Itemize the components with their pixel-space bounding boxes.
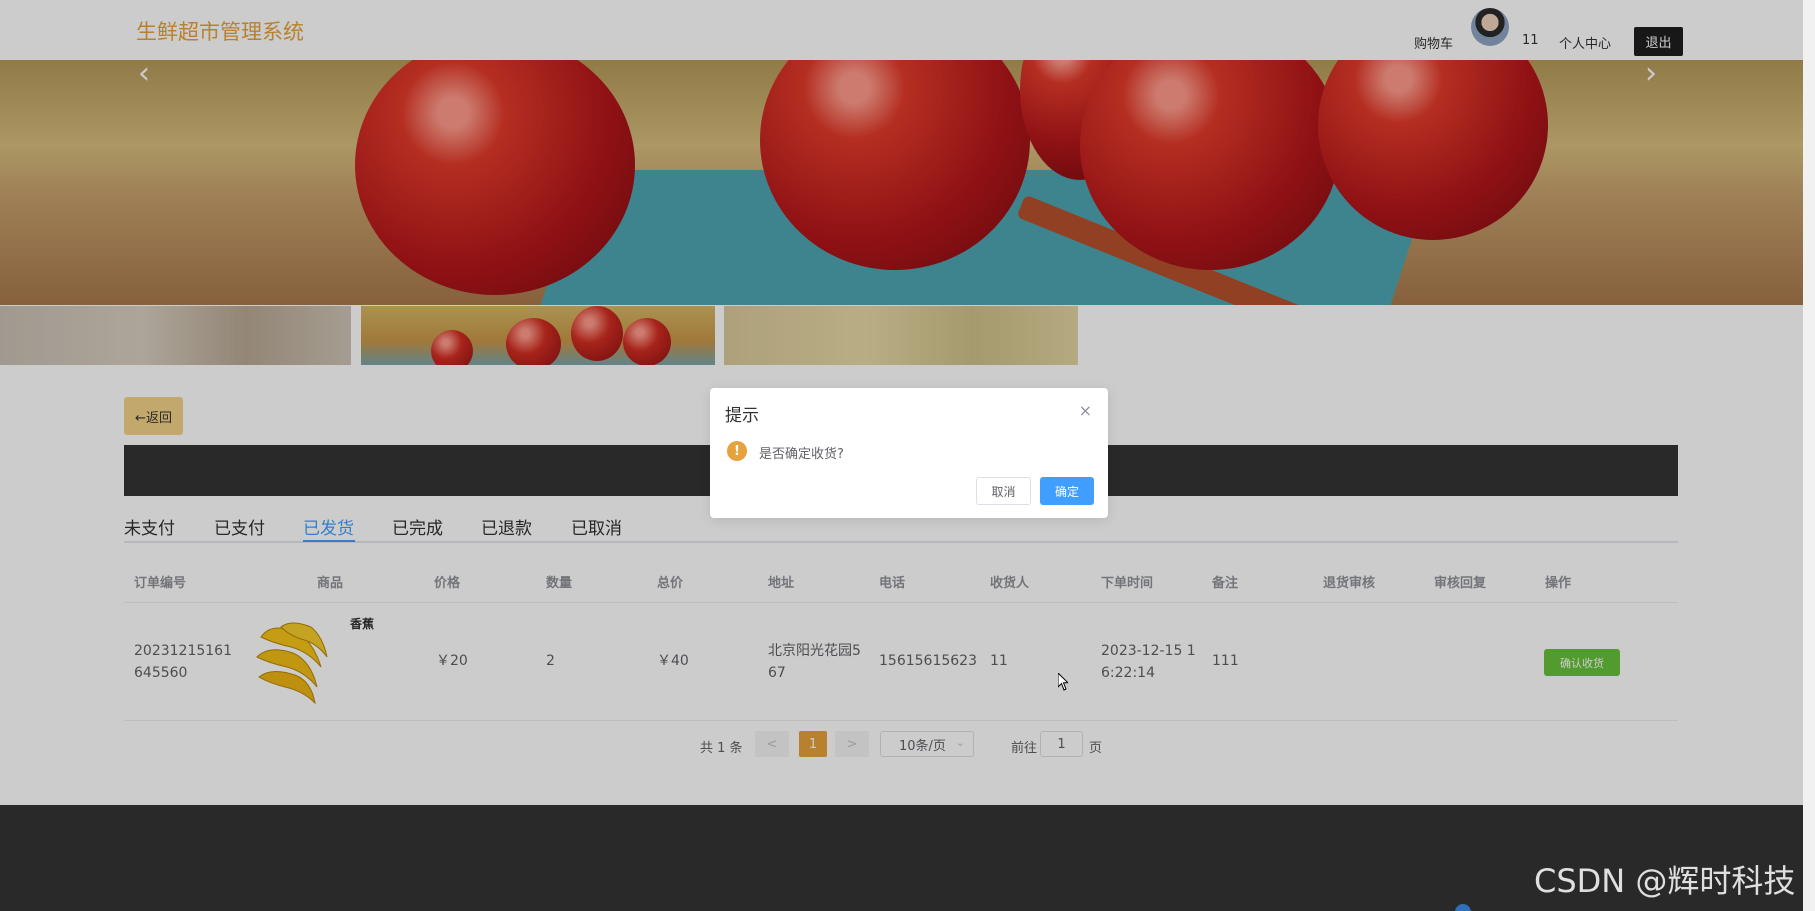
dialog-message: 是否确定收货? — [759, 447, 844, 462]
page-scrollbar[interactable] — [1803, 0, 1815, 911]
mouse-cursor-icon — [1058, 673, 1068, 691]
confirm-dialog: 提示 × ! 是否确定收货? 取消 确定 — [710, 388, 1108, 518]
dialog-title: 提示 — [725, 406, 759, 426]
warning-icon: ! — [727, 441, 747, 461]
confirm-button[interactable]: 确定 — [1040, 477, 1094, 505]
watermark: CSDN @辉时科技 — [1534, 862, 1796, 900]
cancel-button[interactable]: 取消 — [976, 477, 1031, 505]
close-icon[interactable]: × — [1079, 401, 1092, 420]
